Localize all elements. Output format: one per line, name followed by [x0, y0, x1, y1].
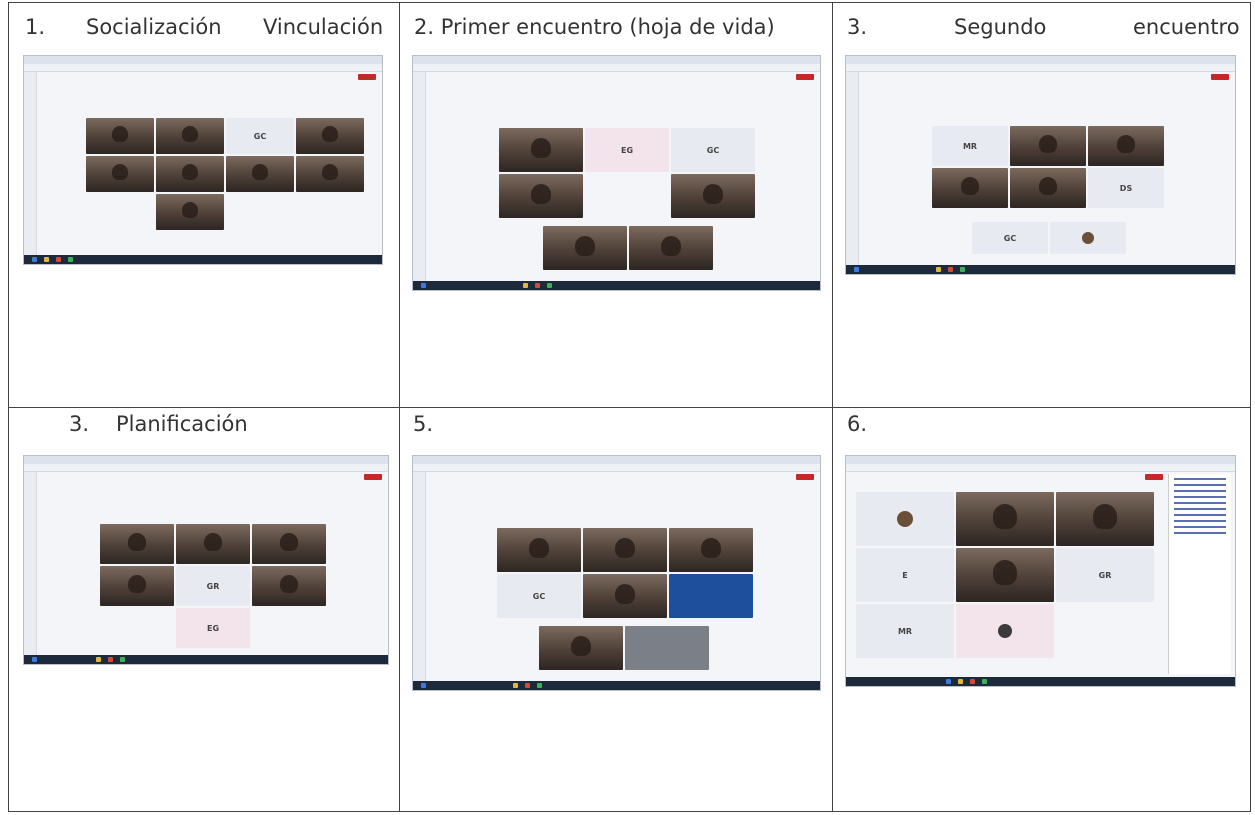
- cell-3-title-word-2: encuentro: [1133, 15, 1240, 39]
- participant-video: [956, 548, 1054, 602]
- taskbar: [413, 281, 820, 290]
- participant-video: [583, 528, 667, 572]
- participant-video: [296, 156, 364, 192]
- cell-1-title-word-1: Socialización: [86, 15, 222, 39]
- participant-video: [156, 118, 224, 154]
- row-divider: [9, 407, 1250, 408]
- cell-3-title-word-1: Segundo: [954, 15, 1047, 39]
- cell-6-number: 6.: [847, 412, 868, 436]
- participant-avatar: MR: [932, 126, 1008, 166]
- participant-video: [539, 626, 623, 670]
- participant-video: [252, 566, 326, 606]
- participant-avatar: MR: [856, 604, 954, 658]
- participant-video: [932, 168, 1008, 208]
- chat-panel: [1168, 474, 1231, 674]
- screenshot-planificacion: GR EG: [23, 455, 389, 665]
- participant-video: [100, 524, 174, 564]
- cell-4-number: 3.: [69, 412, 90, 436]
- participant-video: [252, 524, 326, 564]
- participant-video: [497, 528, 581, 572]
- participant-video: [669, 574, 753, 618]
- participant-avatar: [856, 492, 954, 546]
- cell-2-title: 2. Primer encuentro (hoja de vida): [414, 15, 775, 39]
- cell-1-title-word-2: Vinculación: [263, 15, 384, 39]
- participant-video: [543, 226, 627, 270]
- participant-avatar: [956, 604, 1054, 658]
- participant-avatar: GC: [497, 574, 581, 618]
- participant-video: [629, 226, 713, 270]
- participant-video: [583, 574, 667, 618]
- participant-avatar: [1050, 222, 1126, 254]
- participant-video: [499, 128, 583, 172]
- participant-video: [86, 118, 154, 154]
- participant-video: [296, 118, 364, 154]
- participant-video: [1056, 492, 1154, 546]
- participant-video: [956, 492, 1054, 546]
- cell-4-title: Planificación: [116, 412, 248, 436]
- taskbar: [413, 681, 820, 690]
- participant-avatar: GC: [972, 222, 1048, 254]
- evidence-table: 1. Socialización Vinculación GC 2. Prime…: [8, 2, 1251, 812]
- taskbar: [24, 655, 388, 664]
- screenshot-segundo-encuentro: MR DS GC: [845, 55, 1236, 275]
- participant-avatar: E: [856, 548, 954, 602]
- screenshot-encuentro-6: E GR MR: [845, 455, 1236, 687]
- participant-video: [176, 524, 250, 564]
- screenshot-socializacion: GC: [23, 55, 383, 265]
- participant-video: [669, 528, 753, 572]
- participant-video: [1010, 126, 1086, 166]
- screenshot-primer-encuentro: EG GC: [412, 55, 821, 291]
- participant-video: [1010, 168, 1086, 208]
- participant-video: [156, 194, 224, 230]
- participant-avatar: DS: [1088, 168, 1164, 208]
- participant-video: [625, 626, 709, 670]
- participant-video: [1088, 126, 1164, 166]
- screenshot-encuentro-5: GC: [412, 455, 821, 691]
- participant-video: [86, 156, 154, 192]
- cell-3-number: 3.: [847, 15, 868, 39]
- participant-avatar: GC: [671, 128, 755, 172]
- participant-avatar: GC: [226, 118, 294, 154]
- participant-video: [671, 174, 755, 218]
- participant-avatar: EG: [585, 128, 669, 172]
- participant-video: [156, 156, 224, 192]
- participant-video: [499, 174, 583, 218]
- participant-avatar: GR: [176, 566, 250, 606]
- participant-avatar: EG: [176, 608, 250, 648]
- taskbar: [846, 265, 1235, 274]
- taskbar: [846, 677, 1235, 686]
- cell-5-number: 5.: [413, 412, 434, 436]
- taskbar: [24, 255, 382, 264]
- cell-1-number: 1.: [25, 15, 46, 39]
- participant-video: [226, 156, 294, 192]
- participant-video: [100, 566, 174, 606]
- participant-avatar: GR: [1056, 548, 1154, 602]
